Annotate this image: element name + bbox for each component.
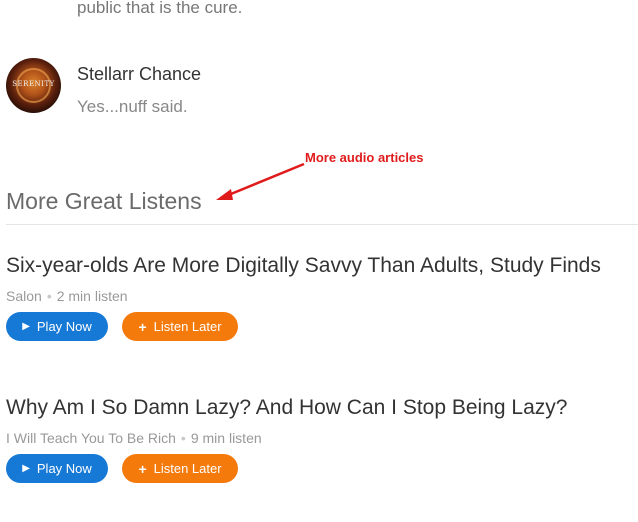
meta-separator: • [180,430,186,446]
listen-later-label: Listen Later [153,319,222,334]
play-now-button[interactable]: ▶ Play Now [6,454,108,483]
article-source[interactable]: I Will Teach You To Be Rich [6,430,176,446]
listen-later-button[interactable]: + Listen Later [122,312,238,341]
article-source[interactable]: Salon [6,288,42,304]
comment-body: Yes...nuff said. [77,97,188,116]
comment-author[interactable]: Stellarr Chance [77,64,201,85]
previous-comment-text: public that is the cure. [77,0,243,17]
avatar-logo-text: SERENITY [12,80,55,88]
article-meta: Salon • 2 min listen [6,288,128,304]
article-title[interactable]: Why Am I So Damn Lazy? And How Can I Sto… [6,396,567,420]
section-title: More Great Listens [6,188,202,214]
play-icon: ▶ [22,321,30,332]
article-title[interactable]: Six-year-olds Are More Digitally Savvy T… [6,254,601,278]
listen-later-label: Listen Later [153,461,222,476]
plus-icon: + [138,460,147,477]
play-now-button[interactable]: ▶ Play Now [6,312,108,341]
article-duration: 2 min listen [56,288,128,304]
play-now-label: Play Now [36,319,92,334]
avatar[interactable]: SERENITY [6,58,61,113]
article-meta: I Will Teach You To Be Rich • 9 min listen [6,430,262,446]
section-divider [6,224,638,225]
annotation-arrow-icon [216,162,305,200]
listen-later-button[interactable]: + Listen Later [122,454,238,483]
play-icon: ▶ [22,463,30,474]
plus-icon: + [138,318,147,335]
comment: SERENITY Stellarr Chance Yes...nuff said… [6,58,626,118]
play-now-label: Play Now [36,461,92,476]
meta-separator: • [46,288,52,304]
article-duration: 9 min listen [190,430,262,446]
annotation-label: More audio articles [305,150,424,165]
